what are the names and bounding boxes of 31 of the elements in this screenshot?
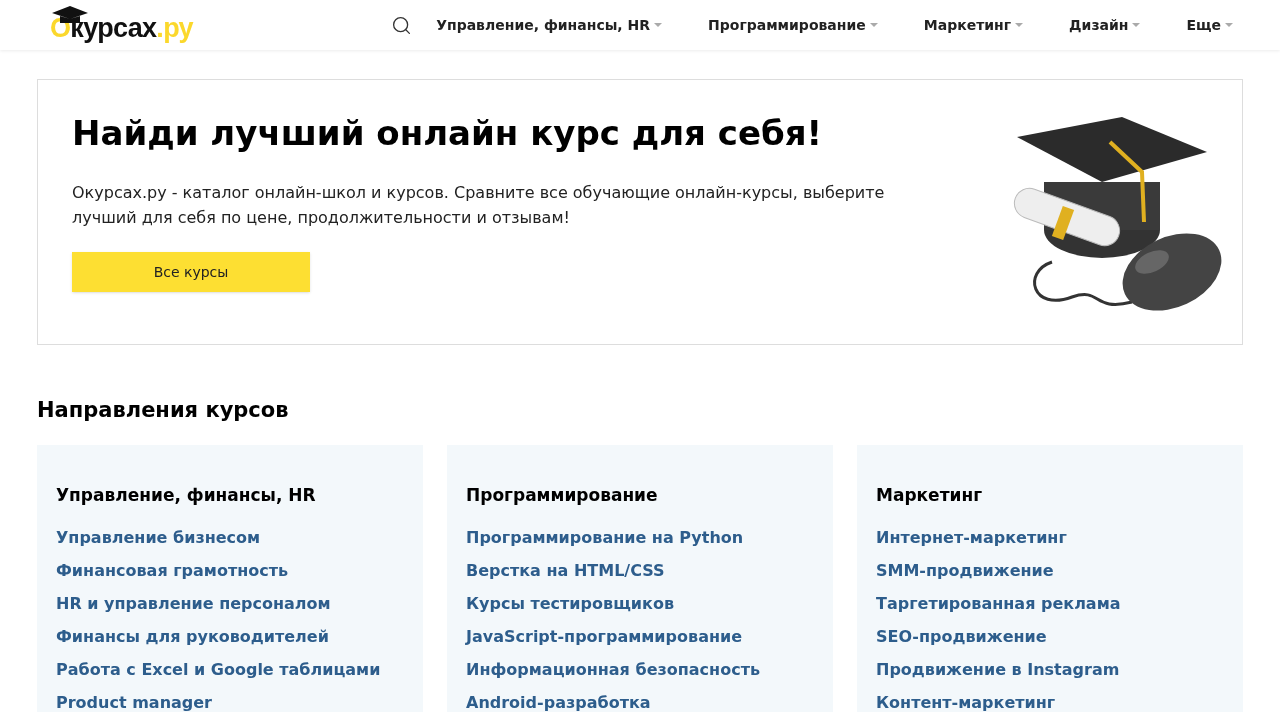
category-link[interactable]: Финансы для руководителей — [56, 627, 329, 646]
category-link[interactable]: Интернет-маркетинг — [876, 528, 1067, 547]
search-icon[interactable] — [391, 14, 413, 36]
category-title: Управление, финансы, HR — [56, 483, 317, 507]
category-title: Программирование — [466, 483, 659, 507]
category-title: Маркетинг — [876, 483, 984, 507]
hero-title: Найди лучший онлайн курс для себя! — [72, 111, 824, 155]
category-link[interactable]: Программирование на Python — [466, 528, 744, 547]
category-link[interactable]: Информационная безопасность — [466, 660, 761, 679]
nav-menu-link[interactable]: Дизайн — [1069, 14, 1141, 36]
category-link[interactable]: Контент-маркетинг — [876, 693, 1056, 712]
category-link[interactable]: Product manager — [56, 693, 212, 712]
category-link[interactable]: SEO-продвижение — [876, 627, 1047, 646]
nav-menu-link[interactable]: Управление, финансы, HR — [436, 14, 663, 36]
category-link[interactable]: Финансовая грамотность — [56, 561, 289, 580]
nav-menu-link[interactable]: Программирование — [708, 14, 878, 36]
all-courses-button[interactable]: Все курсы — [72, 252, 310, 293]
category-link[interactable]: Таргетированная реклама — [876, 594, 1121, 613]
category-link[interactable]: Android-разработка — [466, 693, 651, 712]
category-link[interactable]: JavaScript-программирование — [466, 627, 743, 646]
category-link[interactable]: Управление бизнесом — [56, 528, 261, 547]
section-title: Направления курсов — [37, 397, 290, 424]
nav-menu-link[interactable]: Еще — [1186, 14, 1233, 36]
category-link[interactable]: HR и управление персоналом — [56, 594, 331, 613]
category-link[interactable]: Продвижение в Instagram — [876, 660, 1120, 679]
nav-menu-link[interactable]: Маркетинг — [923, 14, 1024, 36]
category-link[interactable]: Верстка на HTML/CSS — [466, 561, 665, 580]
category-link[interactable]: SMM-продвижение — [876, 561, 1054, 580]
hero-description: Окурсах.ру - каталог онлайн-школ и курсов. Сравните все обучающие онлайн-курсы, выберите лучший для себя по цене, продолжительности и отзывам! — [72, 182, 886, 230]
category-link[interactable]: Курсы тестировщиков — [466, 594, 675, 613]
category-link[interactable]: Работа с Excel и Google таблицами — [56, 660, 381, 679]
